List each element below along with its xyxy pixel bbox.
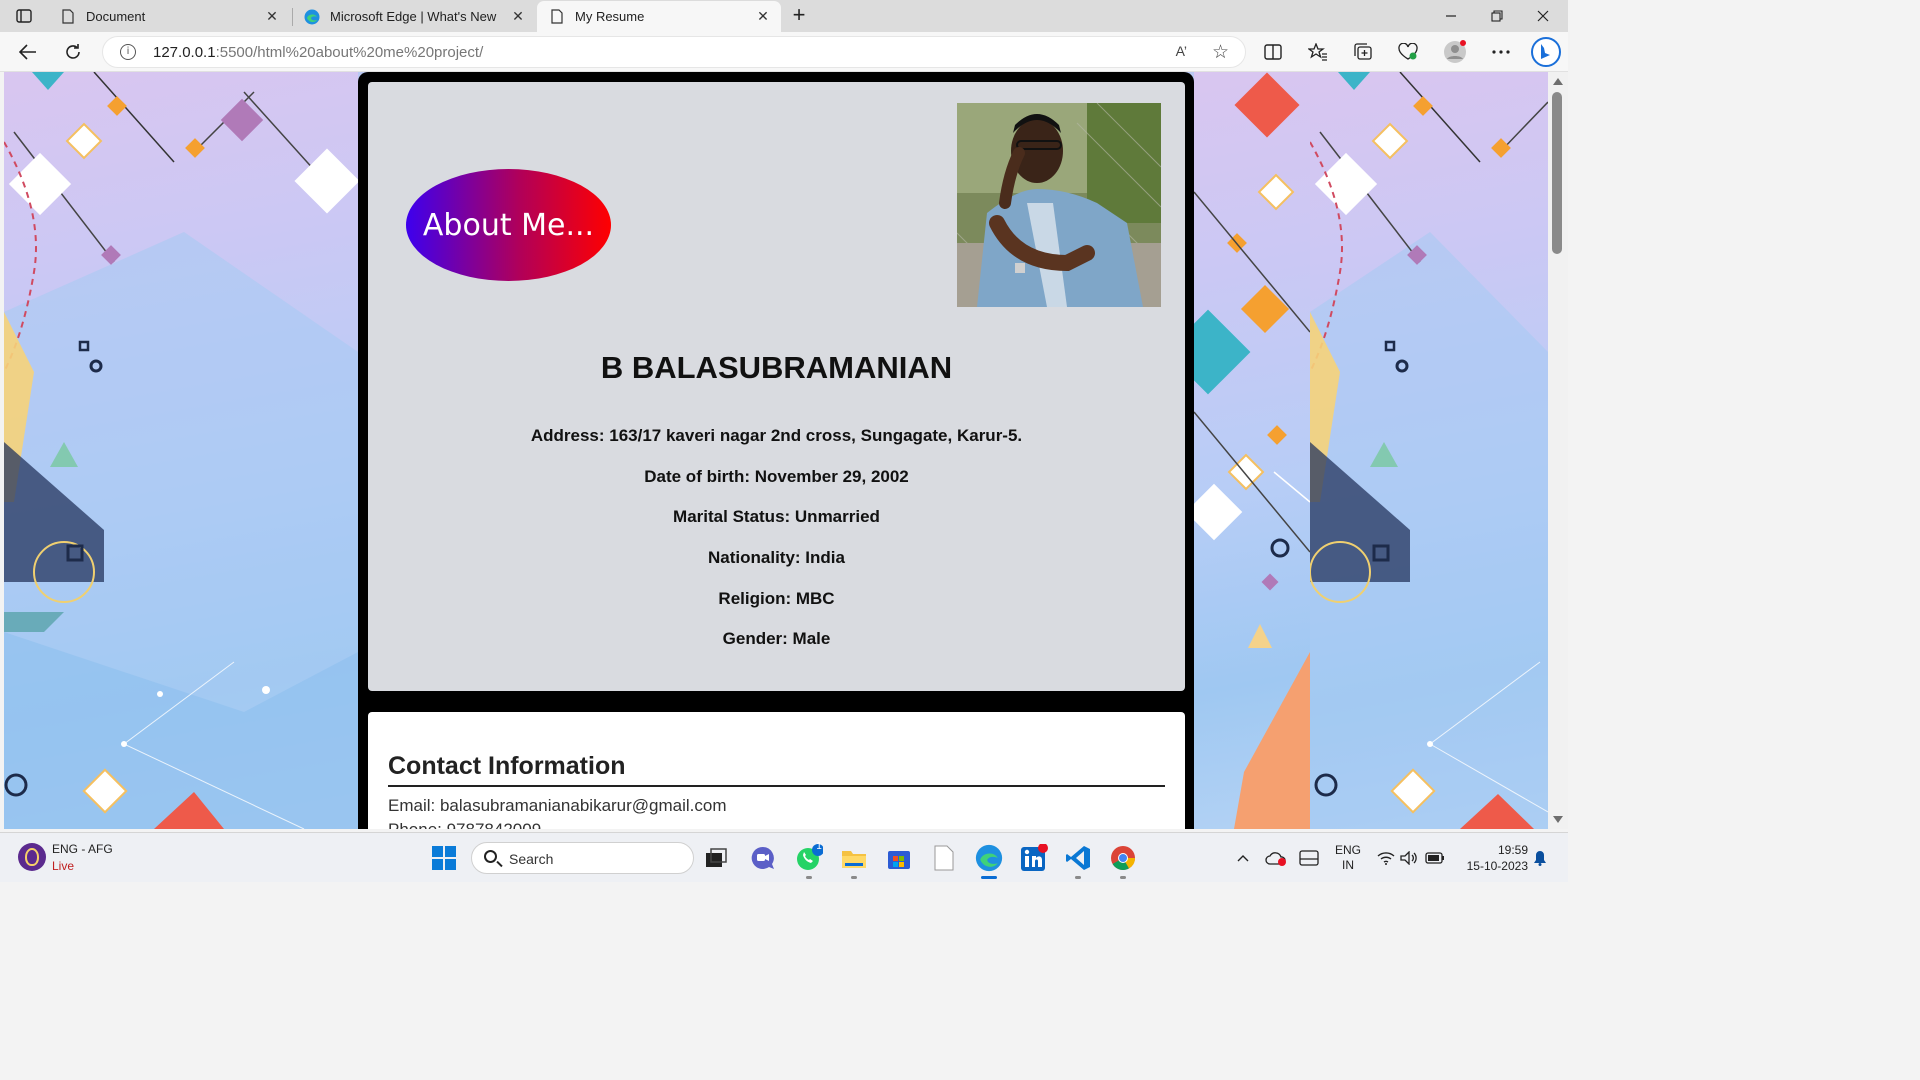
- detail-religion: Religion: MBC: [718, 589, 835, 608]
- resume-container: About Me... B BALASUBRAMANIAN Address: 1…: [358, 72, 1194, 829]
- running-indicator: [1075, 876, 1081, 879]
- whatsapp-icon[interactable]: 1: [793, 841, 825, 874]
- read-aloud-icon[interactable]: A’: [1176, 43, 1187, 59]
- refresh-button[interactable]: [59, 38, 87, 66]
- taskbar-search[interactable]: Search: [471, 842, 694, 874]
- running-indicator: [851, 876, 857, 879]
- show-hidden-icons-button[interactable]: [1232, 833, 1254, 883]
- search-icon: [484, 850, 497, 863]
- tab-title: Microsoft Edge | What's New: [330, 9, 497, 24]
- scroll-up-icon[interactable]: [1553, 78, 1563, 85]
- browser-toolbar: i 127.0.0.1:5500/html%20about%20me%20pro…: [0, 32, 1568, 72]
- favorite-star-icon[interactable]: ☆: [1212, 41, 1229, 64]
- onedrive-icon[interactable]: [1264, 833, 1288, 883]
- url-text: 127.0.0.1:5500/html%20about%20me%20proje…: [153, 44, 483, 61]
- edge-logo-icon: [304, 9, 320, 25]
- scrollbar-thumb[interactable]: [1552, 92, 1562, 254]
- tab-my-resume[interactable]: My Resume ✕: [537, 1, 781, 32]
- scroll-down-icon[interactable]: [1553, 816, 1563, 823]
- background-pattern-left: [4, 72, 358, 829]
- detail-date-of-birth: Date of birth: November 29, 2002: [644, 467, 909, 486]
- favorites-icon[interactable]: [1304, 38, 1332, 66]
- running-indicator: [806, 876, 812, 879]
- close-window-button[interactable]: [1520, 0, 1566, 32]
- tab-whats-new[interactable]: Microsoft Edge | What's New ✕: [292, 1, 536, 32]
- split-screen-icon[interactable]: [1259, 38, 1287, 66]
- clock-date: 15-10-2023: [1466, 859, 1528, 873]
- linkedin-icon[interactable]: [1018, 842, 1050, 874]
- input-language[interactable]: ENG IN: [1330, 833, 1366, 883]
- microsoft-store-icon[interactable]: [883, 842, 915, 874]
- address-bar[interactable]: i 127.0.0.1:5500/html%20about%20me%20pro…: [102, 36, 1246, 68]
- page-icon: [60, 9, 76, 25]
- tab-title: My Resume: [575, 9, 645, 24]
- active-app-indicator: [981, 876, 997, 879]
- running-indicator: [1120, 876, 1126, 879]
- close-tab-icon[interactable]: ✕: [262, 7, 282, 27]
- widget-title[interactable]: ENG - AFG: [52, 842, 113, 856]
- restore-button[interactable]: [1474, 0, 1520, 32]
- contact-heading: Contact Information: [388, 752, 626, 780]
- copilot-icon[interactable]: [1530, 36, 1562, 68]
- clock[interactable]: 19:59 15-10-2023: [1452, 833, 1528, 883]
- chrome-icon[interactable]: [1107, 842, 1139, 874]
- contact-card: Contact Information Email: balasubramani…: [368, 712, 1185, 829]
- about-me-heading: About Me...: [406, 169, 611, 281]
- contact-phone: Phone: 9787842009: [388, 820, 541, 829]
- browser-essentials-icon[interactable]: [1394, 38, 1422, 66]
- background-pattern-right: [1194, 72, 1310, 829]
- back-button[interactable]: [14, 38, 42, 66]
- start-button[interactable]: [432, 846, 456, 870]
- contact-email: Email: balasubramanianabikarur@gmail.com: [388, 796, 727, 815]
- detail-address: Address: 163/17 kaveri nagar 2nd cross, …: [530, 426, 1023, 445]
- weather-widget-icon[interactable]: [18, 843, 46, 871]
- url-host: 127.0.0.1: [153, 44, 216, 61]
- profile-avatar[interactable]: [1441, 38, 1469, 66]
- site-info-icon[interactable]: i: [120, 44, 136, 60]
- close-tab-icon[interactable]: ✕: [508, 7, 528, 27]
- task-view-icon[interactable]: [700, 842, 732, 874]
- collections-icon[interactable]: [1349, 38, 1377, 66]
- background-pattern-far-right: [1310, 72, 1548, 829]
- full-name: B BALASUBRAMANIAN: [600, 350, 953, 385]
- page-scrollbar[interactable]: [1548, 72, 1568, 829]
- notifications-icon[interactable]: [1530, 833, 1550, 883]
- widget-status[interactable]: Live: [52, 859, 74, 873]
- close-tab-icon[interactable]: ✕: [753, 7, 773, 27]
- tab-title: Document: [86, 9, 146, 24]
- chat-icon[interactable]: [747, 842, 779, 874]
- minimize-button[interactable]: [1428, 0, 1474, 32]
- vscode-icon[interactable]: [1062, 842, 1094, 874]
- more-options-icon[interactable]: [1487, 38, 1515, 66]
- url-path: :5500/html%20about%20me%20project/: [215, 44, 484, 61]
- page-viewport: About Me... B BALASUBRAMANIAN Address: 1…: [4, 72, 1548, 829]
- notepad-icon[interactable]: [928, 842, 960, 874]
- profile-photo: [957, 103, 1161, 307]
- contact-divider: [388, 785, 1165, 787]
- display-icon[interactable]: [1297, 833, 1321, 883]
- detail-marital-status: Marital Status: Unmarried: [673, 507, 880, 526]
- region-code: IN: [1342, 858, 1354, 872]
- search-placeholder: Search: [509, 851, 554, 867]
- chat-badge: 1: [816, 841, 822, 852]
- volume-icon[interactable]: [1399, 833, 1419, 883]
- about-card: About Me... B BALASUBRAMANIAN Address: 1…: [368, 82, 1185, 691]
- new-tab-button[interactable]: +: [788, 4, 810, 27]
- clock-time: 19:59: [1497, 843, 1528, 857]
- tab-actions-icon[interactable]: [10, 6, 38, 26]
- language-code: ENG: [1334, 843, 1361, 857]
- battery-icon[interactable]: [1424, 833, 1446, 883]
- tab-strip: Document ✕ Microsoft Edge | What's New ✕…: [0, 0, 1568, 32]
- wifi-icon[interactable]: [1376, 833, 1396, 883]
- detail-nationality: Nationality: India: [708, 548, 845, 567]
- page-icon: [549, 9, 565, 25]
- file-explorer-icon[interactable]: [838, 842, 870, 874]
- edge-browser-icon[interactable]: [973, 842, 1005, 874]
- tab-document[interactable]: Document ✕: [48, 1, 290, 32]
- detail-gender: Gender: Male: [722, 629, 831, 648]
- windows-taskbar: ENG - AFG Live Search 1 ENG IN 19:59 15-…: [0, 832, 1568, 882]
